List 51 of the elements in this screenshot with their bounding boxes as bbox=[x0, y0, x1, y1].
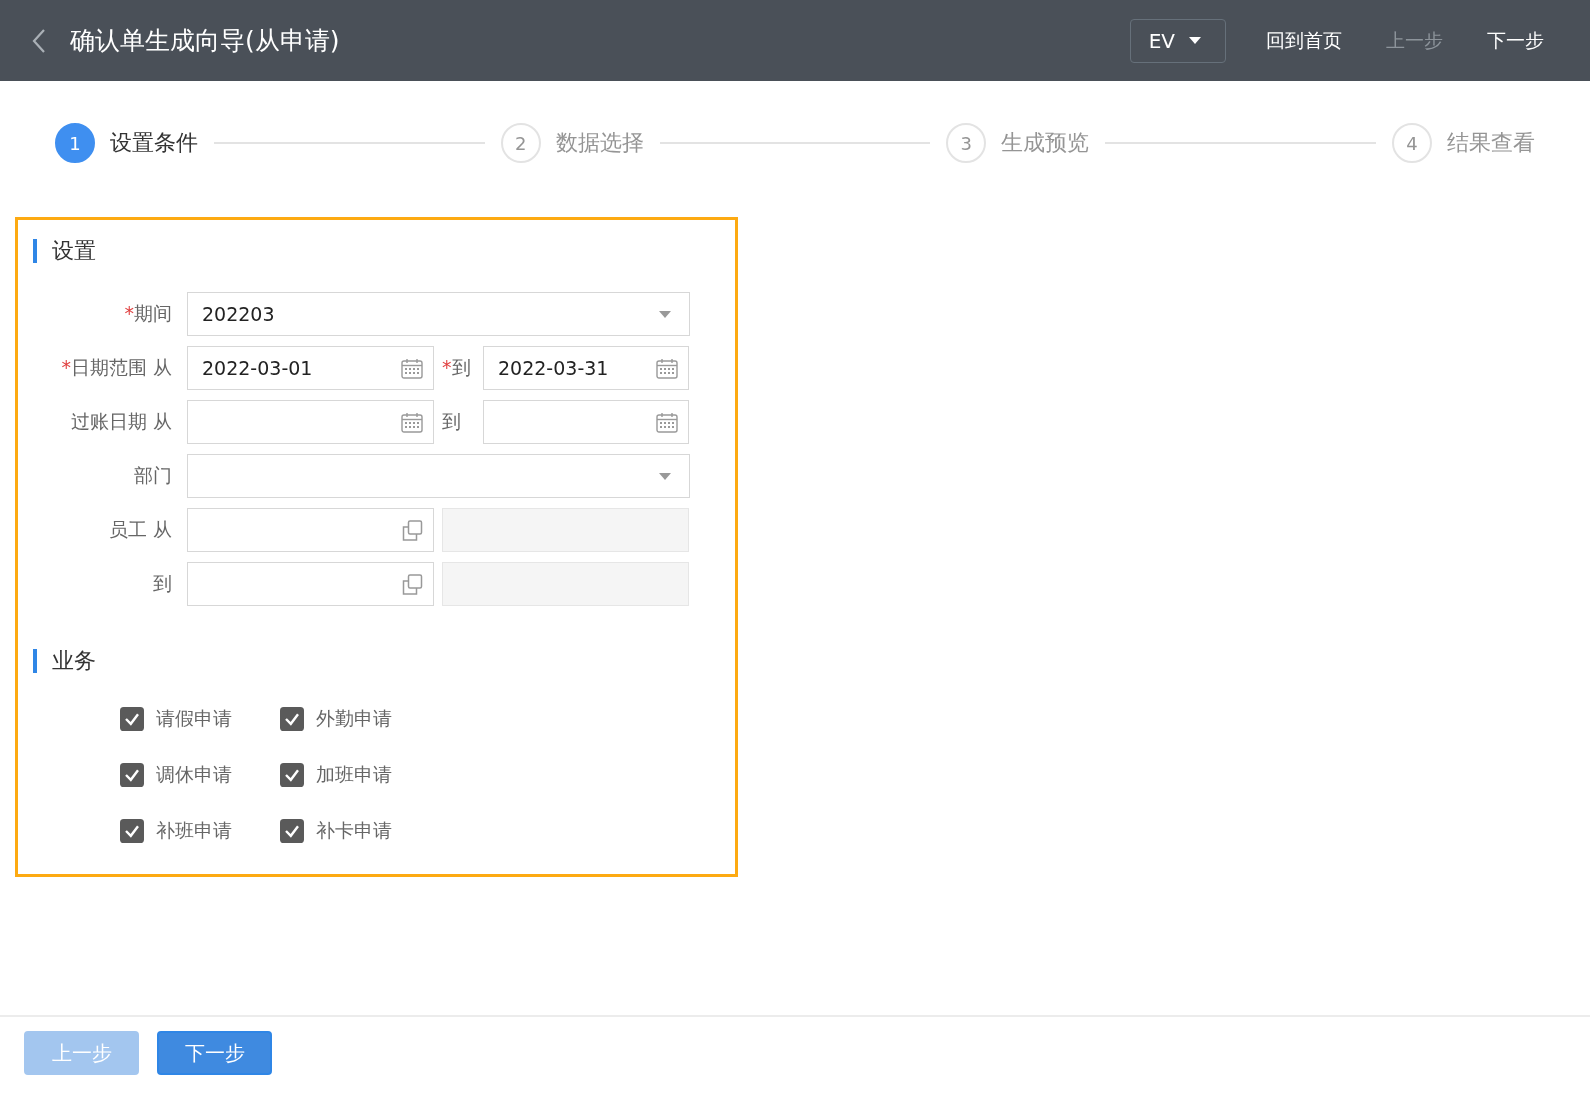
calendar-icon[interactable] bbox=[656, 357, 678, 379]
dropdown-field[interactable] bbox=[187, 454, 690, 498]
field-label: *日期范围 从 bbox=[60, 355, 172, 380]
back-icon[interactable] bbox=[32, 27, 46, 54]
caret-icon bbox=[659, 310, 671, 318]
calendar-icon[interactable] bbox=[401, 411, 423, 433]
checkbox-item[interactable]: 补卡申请 bbox=[280, 818, 440, 844]
field-label: *到 bbox=[442, 355, 472, 380]
wizard-step[interactable]: 1 设置条件 bbox=[55, 123, 198, 163]
checkbox[interactable] bbox=[280, 763, 304, 787]
date-field[interactable]: 2022-03-01 bbox=[187, 346, 434, 390]
checkbox[interactable] bbox=[280, 707, 304, 731]
field-label: 到 bbox=[442, 409, 462, 434]
lookup-field[interactable] bbox=[187, 508, 434, 552]
checkbox[interactable] bbox=[120, 763, 144, 787]
header-link[interactable]: 下一步 bbox=[1483, 27, 1548, 54]
language-dropdown[interactable]: EV bbox=[1129, 18, 1226, 63]
copy-icon[interactable] bbox=[401, 519, 423, 541]
calendar-icon[interactable] bbox=[401, 357, 423, 379]
checkbox[interactable] bbox=[280, 819, 304, 843]
checkbox-item[interactable]: 调休申请 bbox=[120, 762, 280, 788]
wizard-step[interactable]: 3 生成预览 bbox=[946, 123, 1090, 163]
checkbox[interactable] bbox=[120, 707, 144, 731]
checkbox[interactable] bbox=[120, 819, 144, 843]
section-title: 业务 bbox=[52, 647, 96, 675]
calendar-icon[interactable] bbox=[656, 411, 678, 433]
field-label: 员工 从 bbox=[107, 517, 172, 542]
field-label: *期间 bbox=[123, 301, 172, 326]
caret-icon bbox=[1189, 37, 1201, 44]
caret-icon bbox=[659, 472, 671, 480]
section-marker bbox=[33, 649, 37, 673]
checkbox-item[interactable]: 加班申请 bbox=[280, 762, 440, 788]
checkbox-item[interactable]: 请假申请 bbox=[120, 706, 280, 732]
next-button[interactable]: 下一步 bbox=[157, 1031, 272, 1075]
page-title: 确认单生成向导(从申请) bbox=[70, 25, 340, 57]
field-label: 到 bbox=[152, 571, 172, 596]
section-marker bbox=[33, 239, 37, 263]
wizard-step[interactable]: 2 数据选择 bbox=[500, 123, 644, 163]
field-label: 部门 bbox=[133, 463, 172, 488]
date-field[interactable]: 2022-03-31 bbox=[483, 346, 689, 390]
checkbox-item[interactable]: 补班申请 bbox=[120, 818, 280, 844]
wizard-step[interactable]: 4 结果查看 bbox=[1392, 123, 1535, 163]
header-link[interactable]: 回到首页 bbox=[1262, 27, 1346, 54]
checkbox-item[interactable]: 外勤申请 bbox=[280, 706, 440, 732]
copy-icon[interactable] bbox=[401, 573, 423, 595]
lookup-field[interactable] bbox=[187, 562, 434, 606]
date-field[interactable] bbox=[187, 400, 434, 444]
date-field[interactable] bbox=[483, 400, 689, 444]
dropdown-field[interactable]: 202203 bbox=[187, 292, 690, 336]
section-title: 设置 bbox=[52, 237, 96, 265]
field-label: 过账日期 从 bbox=[69, 409, 172, 434]
